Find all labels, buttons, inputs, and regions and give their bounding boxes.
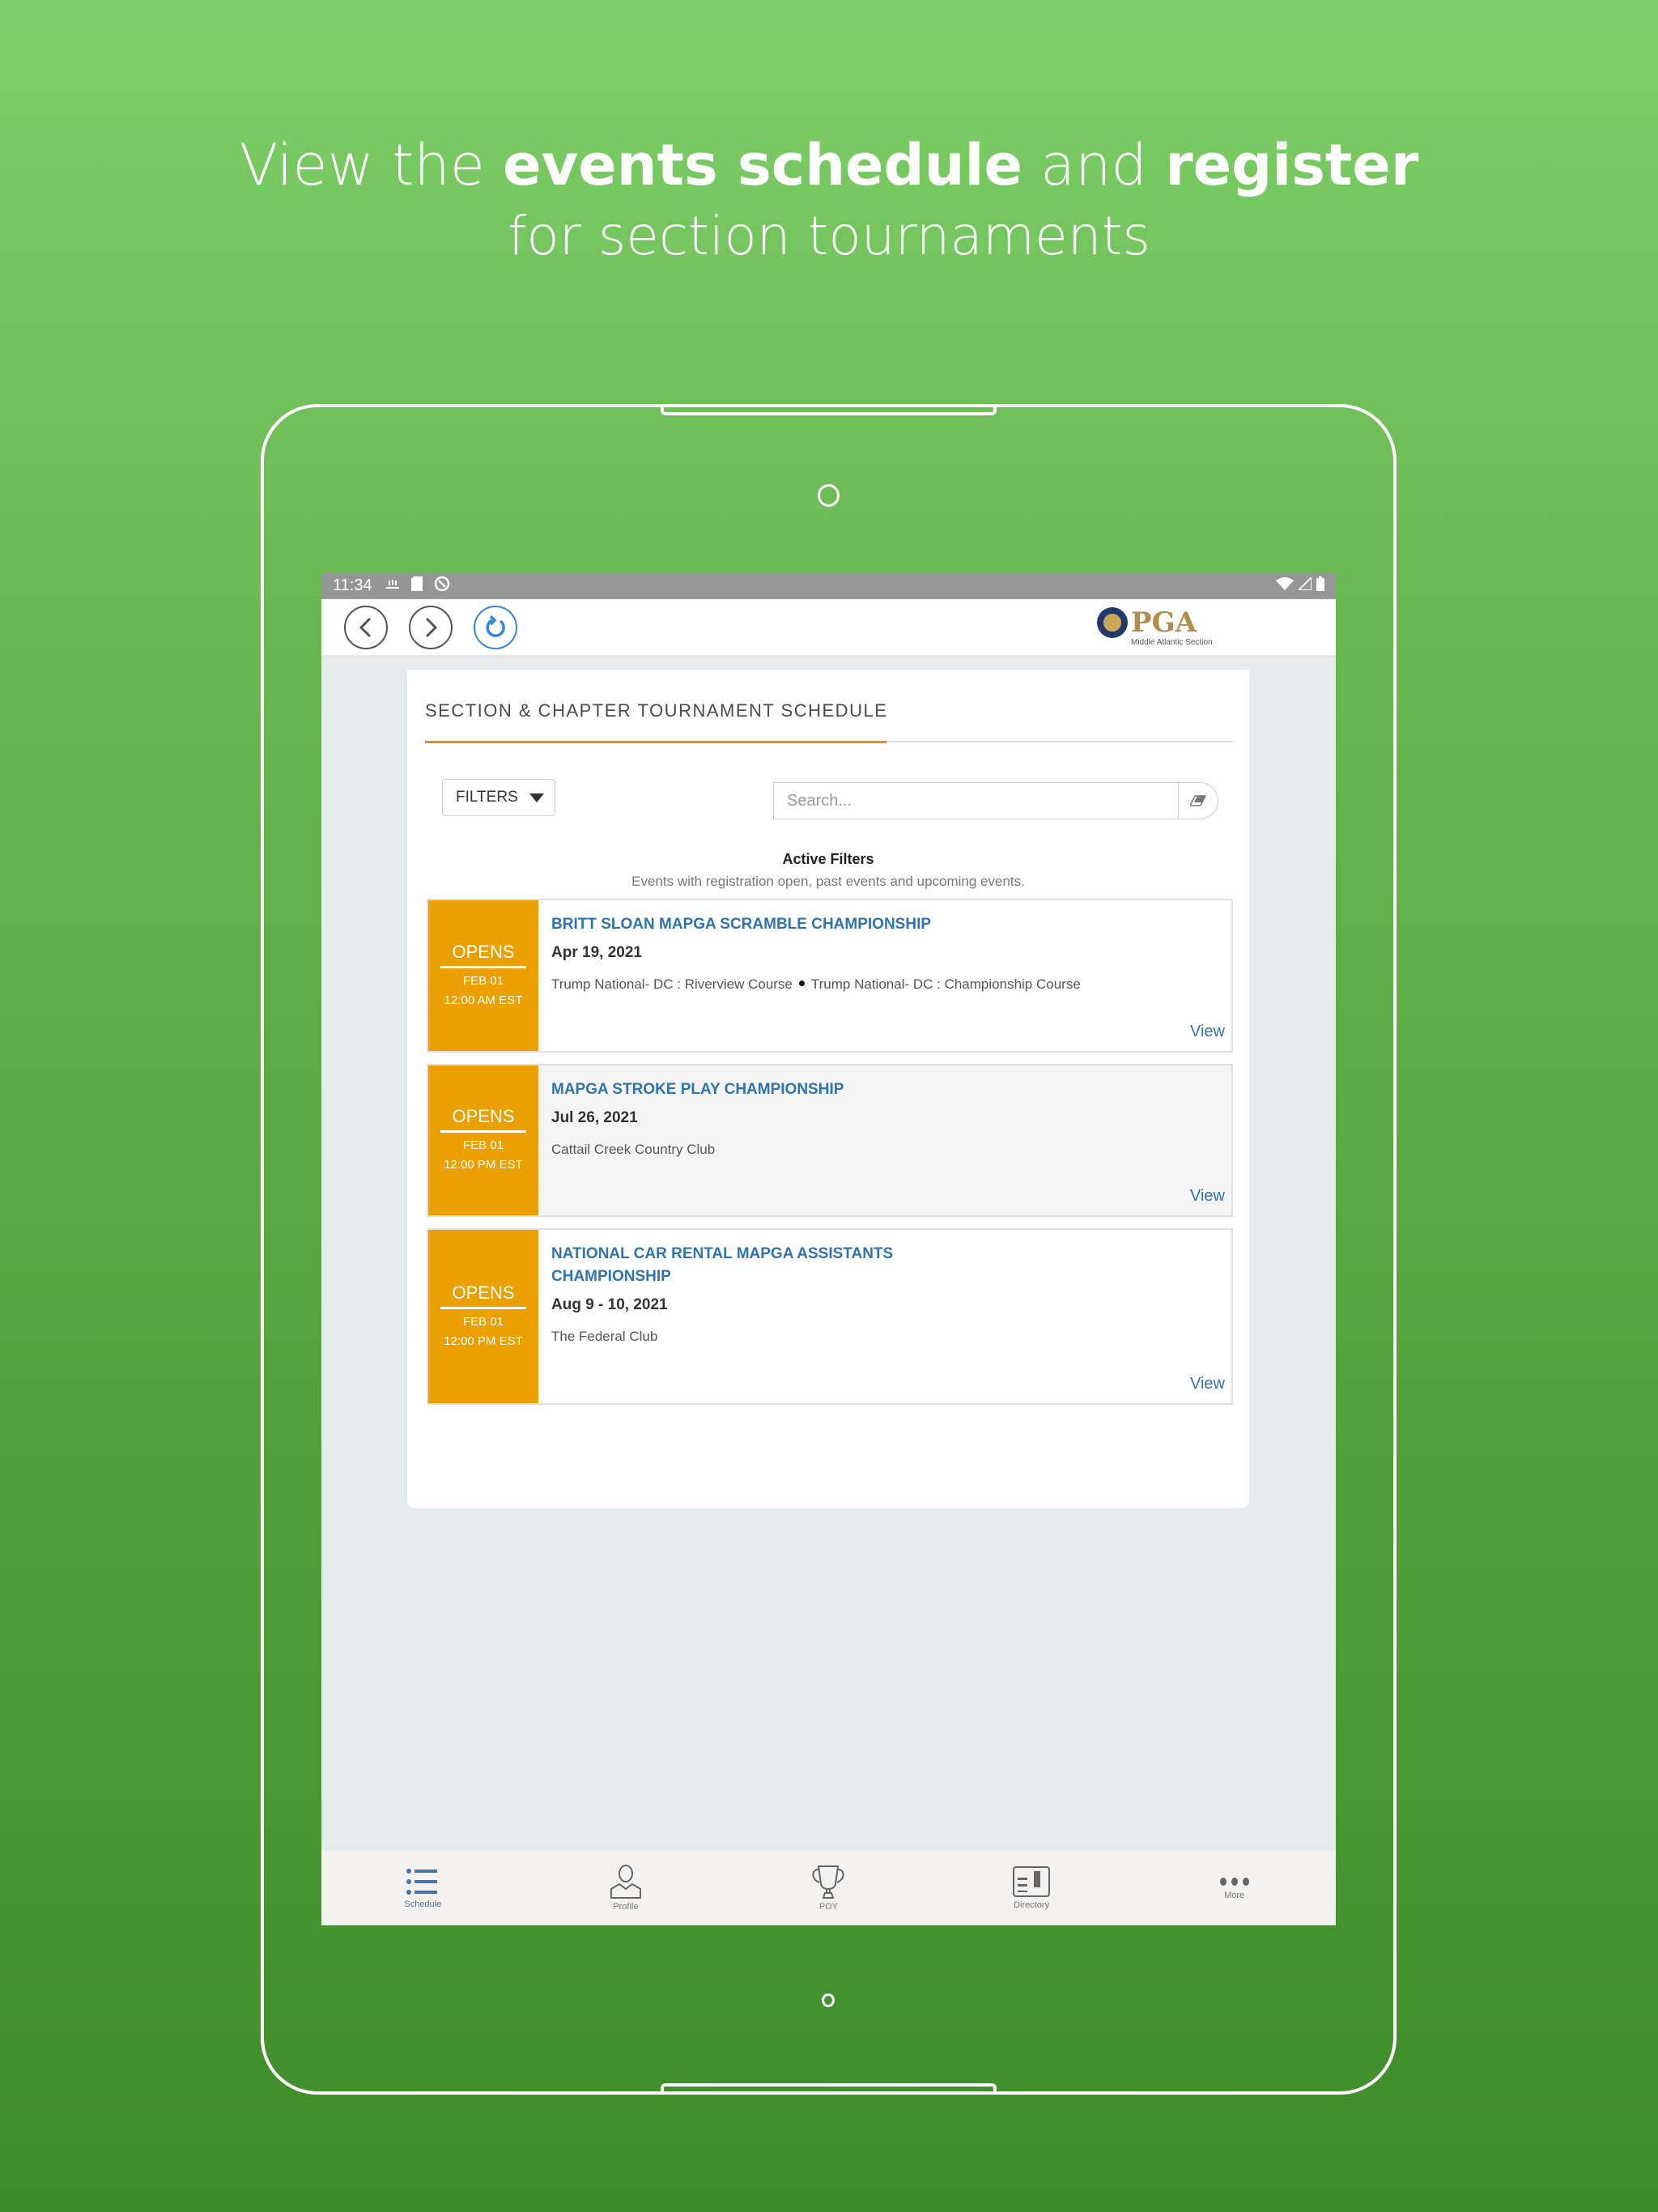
sync-icon — [434, 576, 450, 597]
chevron-right-icon — [425, 617, 438, 637]
tab-label: Directory — [1014, 1899, 1050, 1910]
badge-date: FEB 01 — [462, 1138, 504, 1152]
event-name[interactable]: BRITT SLOAN MAPGA SCRAMBLE CHAMPIONSHIP — [551, 913, 1220, 936]
event-date: Aug 9 - 10, 2021 — [551, 1296, 668, 1313]
badge-time: 12:00 PM EST — [444, 1158, 523, 1172]
eraser-icon — [1190, 795, 1206, 806]
venue-name: Cattail Creek Country Club — [551, 1142, 716, 1157]
view-link[interactable]: View — [1190, 1187, 1225, 1206]
schedule-card: SECTION & CHAPTER TOURNAMENT SCHEDULE FI… — [407, 670, 1249, 1508]
event-venue: Cattail Creek Country Club — [551, 1142, 1220, 1158]
search-box — [773, 782, 1218, 819]
badge-label: OPENS — [452, 1106, 515, 1126]
back-button[interactable] — [344, 605, 388, 649]
headline-bold2: register — [1165, 132, 1419, 198]
venue-name: Trump National- DC : Riverview Course — [551, 976, 793, 992]
sd-card-icon — [410, 576, 423, 596]
tab-profile[interactable]: Profile — [525, 1850, 728, 1925]
tab-label: POY — [818, 1901, 839, 1912]
event-card[interactable]: OPENS FEB 01 12:00 PM EST NATIONAL CAR R… — [427, 1228, 1233, 1405]
search-input[interactable] — [773, 782, 1178, 819]
page-title: SECTION & CHAPTER TOURNAMENT SCHEDULE — [425, 700, 888, 721]
tab-label: Profile — [613, 1901, 639, 1912]
view-link[interactable]: View — [1190, 1023, 1225, 1041]
event-name[interactable]: NATIONAL CAR RENTAL MAPGA ASSISTANTS CHA… — [551, 1243, 972, 1288]
badge-time: 12:00 AM EST — [444, 993, 523, 1007]
bottom-tab-bar: Schedule Profile POY Directory More — [321, 1850, 1336, 1925]
list-icon — [406, 1868, 438, 1895]
title-accent-bar — [425, 741, 886, 743]
headline-part1: View the — [239, 132, 504, 198]
badge-label: OPENS — [452, 1282, 515, 1303]
more-icon — [1219, 1877, 1249, 1886]
tab-directory[interactable]: Directory — [930, 1850, 1133, 1925]
title-divider — [425, 741, 1233, 743]
tab-label: Schedule — [404, 1899, 442, 1909]
tablet-bottom-notch — [661, 2083, 997, 2095]
headline-part2: and — [1022, 132, 1166, 198]
tab-more[interactable]: More — [1133, 1850, 1336, 1925]
registration-badge: OPENS FEB 01 12:00 AM EST — [428, 900, 538, 1051]
camera-icon — [818, 484, 840, 507]
event-date: Jul 26, 2021 — [551, 1109, 638, 1126]
browser-navbar: PGA Middle Atlantic Section — [321, 599, 1336, 657]
filters-button[interactable]: FILTERS — [442, 779, 555, 816]
badge-label: OPENS — [452, 941, 515, 962]
logo-text: PGA — [1131, 606, 1197, 639]
pga-logo: PGA Middle Atlantic Section — [1097, 606, 1213, 647]
badge-time: 12:00 PM EST — [444, 1334, 523, 1348]
status-time: 11:34 — [333, 576, 372, 594]
event-name[interactable]: MAPGA STROKE PLAY CHAMPIONSHIP — [551, 1078, 972, 1101]
badge-date: FEB 01 — [462, 973, 504, 988]
registration-badge: OPENS FEB 01 12:00 PM EST — [428, 1066, 538, 1215]
wifi-icon — [1276, 576, 1294, 595]
forward-button[interactable] — [409, 605, 453, 649]
event-list: OPENS FEB 01 12:00 AM EST BRITT SLOAN MA… — [427, 899, 1233, 1416]
event-venue: The Federal Club — [551, 1329, 1220, 1345]
chevron-left-icon — [359, 617, 372, 637]
filters-label: FILTERS — [456, 789, 518, 806]
home-sensor-icon — [822, 1993, 835, 2007]
signal-icon — [1296, 575, 1312, 595]
badge-divider — [440, 1306, 526, 1309]
event-card[interactable]: OPENS FEB 01 12:00 AM EST BRITT SLOAN MA… — [427, 899, 1233, 1053]
refresh-icon — [486, 615, 505, 637]
directory-icon — [1013, 1865, 1051, 1897]
app-screen: 11:34 PGA Middle Atlantic Section SECTIO… — [321, 572, 1336, 1925]
status-bar: 11:34 — [321, 572, 1336, 599]
badge-date: FEB 01 — [462, 1314, 504, 1329]
tab-schedule[interactable]: Schedule — [321, 1850, 525, 1925]
person-icon — [610, 1864, 641, 1899]
pga-seal-icon — [1097, 607, 1128, 638]
event-card[interactable]: OPENS FEB 01 12:00 PM EST MAPGA STROKE P… — [427, 1064, 1233, 1217]
view-link[interactable]: View — [1190, 1375, 1225, 1393]
registration-badge: OPENS FEB 01 12:00 PM EST — [428, 1230, 538, 1403]
venue-name: Trump National- DC : Championship Course — [810, 976, 1081, 992]
golf-app-icon — [385, 576, 400, 595]
promo-headline: View the events schedule and register fo… — [0, 130, 1658, 272]
event-date: Apr 19, 2021 — [551, 944, 642, 961]
headline-line2: for section tournaments — [508, 205, 1150, 267]
logo-subtitle: Middle Atlantic Section — [1131, 638, 1213, 647]
bullet-icon — [798, 981, 805, 986]
badge-divider — [440, 965, 526, 968]
tablet-top-notch — [661, 404, 997, 415]
tab-label: More — [1224, 1890, 1245, 1900]
tab-poy[interactable]: POY — [727, 1850, 930, 1925]
refresh-button[interactable] — [474, 605, 517, 649]
caret-down-icon — [529, 793, 544, 802]
badge-divider — [440, 1130, 526, 1133]
event-venue: Trump National- DC : Riverview Course Tru… — [551, 976, 1220, 993]
active-filters-title: Active Filters — [782, 851, 874, 867]
active-filters-description: Events with registration open, past even… — [631, 874, 1025, 889]
battery-icon — [1316, 576, 1324, 596]
clear-search-button[interactable] — [1178, 782, 1218, 819]
venue-name: The Federal Club — [551, 1329, 658, 1344]
trophy-icon — [812, 1865, 845, 1899]
headline-bold1: events schedule — [503, 132, 1022, 198]
